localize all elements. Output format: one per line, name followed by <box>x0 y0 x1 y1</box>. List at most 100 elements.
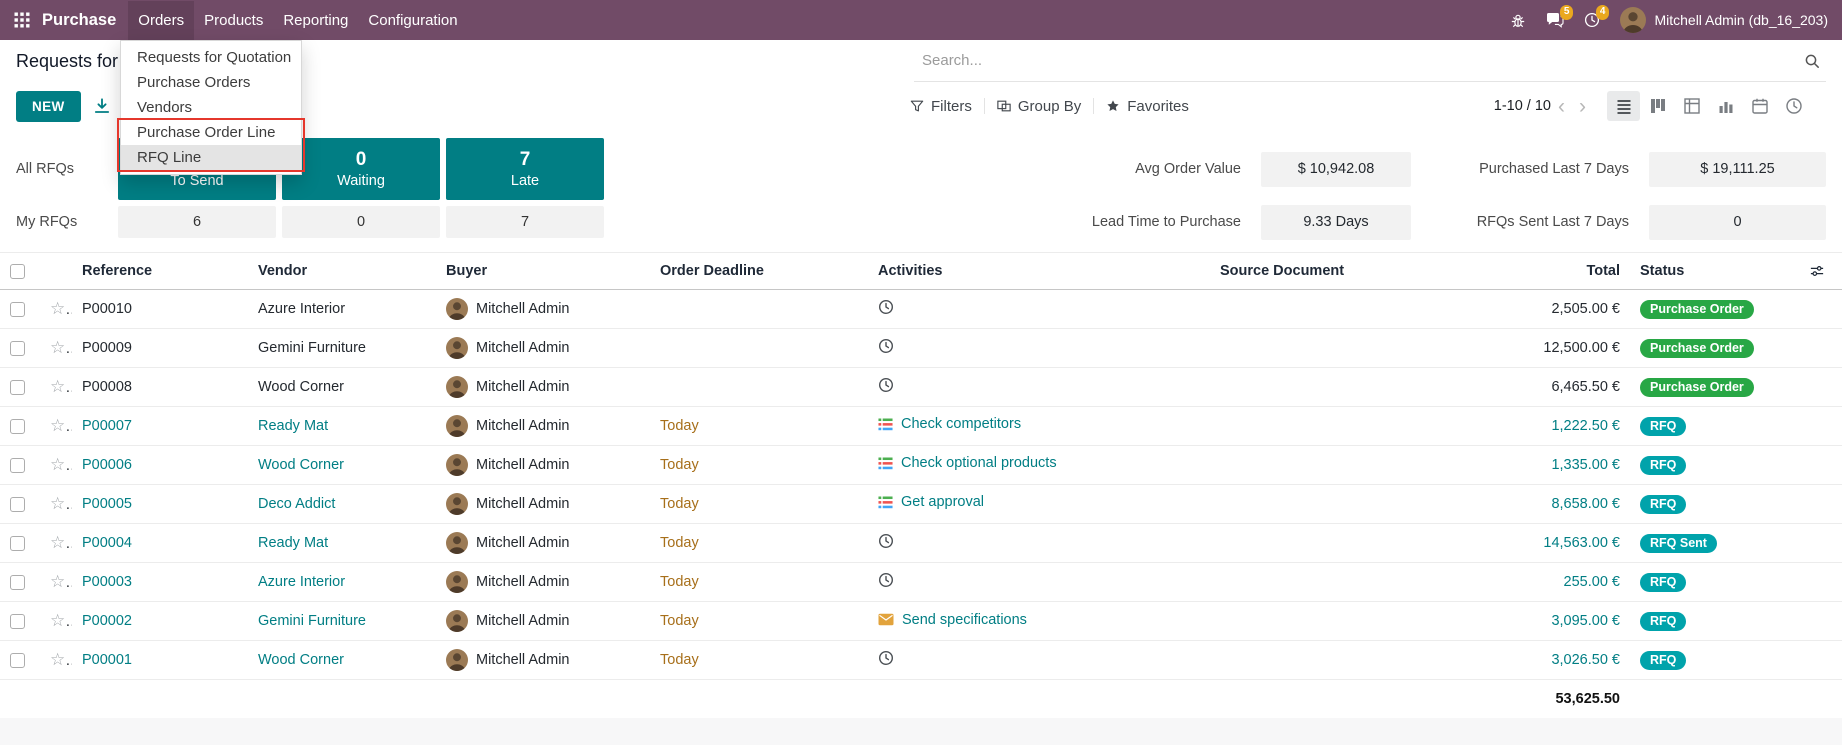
clock-activity-icon[interactable] <box>878 533 894 549</box>
favorite-star-icon[interactable]: ☆ <box>50 377 72 396</box>
activity-widget[interactable] <box>878 338 894 354</box>
stat-value-avg-order-value[interactable]: $ 10,942.08 <box>1261 152 1411 187</box>
menu-item-purchase-orders[interactable]: Purchase Orders <box>121 70 301 95</box>
column-header-order-deadline[interactable]: Order Deadline <box>650 253 868 290</box>
stat-value-rfqs-sent-last-7-days[interactable]: 0 <box>1649 205 1826 240</box>
column-header-buyer[interactable]: Buyer <box>436 253 650 290</box>
download-icon[interactable] <box>93 97 111 115</box>
table-row[interactable]: ☆P00001Wood CornerMitchell AdminToday3,0… <box>0 641 1842 680</box>
row-checkbox[interactable] <box>10 419 25 434</box>
app-name[interactable]: Purchase <box>42 11 116 30</box>
search-bar[interactable] <box>914 40 1826 82</box>
column-header-status[interactable]: Status <box>1630 253 1800 290</box>
search-icon[interactable] <box>1804 53 1826 69</box>
activity-widget[interactable]: Send specifications <box>878 612 1027 628</box>
calendar-view-icon[interactable] <box>1743 91 1776 121</box>
favorite-star-icon[interactable]: ☆ <box>50 572 72 591</box>
user-menu[interactable]: Mitchell Admin (db_16_203) <box>1620 7 1828 33</box>
graph-view-icon[interactable] <box>1709 91 1742 121</box>
column-header-total[interactable]: Total <box>1530 253 1630 290</box>
apps-grid-icon[interactable] <box>14 12 30 28</box>
pager-next-icon[interactable]: › <box>1572 96 1593 117</box>
kpi-my-count-late[interactable]: 7 <box>446 206 604 238</box>
row-checkbox[interactable] <box>10 302 25 317</box>
table-row[interactable]: ☆P00003Azure InteriorMitchell AdminToday… <box>0 563 1842 602</box>
activity-widget[interactable]: Get approval <box>878 494 984 510</box>
new-button[interactable]: NEW <box>16 91 81 122</box>
nav-orders[interactable]: Orders <box>128 1 194 40</box>
column-header-activities[interactable]: Activities <box>868 253 1210 290</box>
clock-activity-icon[interactable] <box>878 650 894 666</box>
favorite-star-icon[interactable]: ☆ <box>50 533 72 552</box>
table-row[interactable]: ☆P00002Gemini FurnitureMitchell AdminTod… <box>0 602 1842 641</box>
kanban-view-icon[interactable] <box>1641 91 1674 121</box>
table-row[interactable]: ☆P00008Wood CornerMitchell Admin6,465.50… <box>0 368 1842 407</box>
clock-activity-icon[interactable] <box>878 338 894 354</box>
filters-button[interactable]: Filters <box>898 92 984 121</box>
favorite-star-icon[interactable]: ☆ <box>50 338 72 357</box>
pager-previous-icon[interactable]: ‹ <box>1551 96 1572 117</box>
clock-activity-icon[interactable] <box>878 572 894 588</box>
activity-widget[interactable] <box>878 650 894 666</box>
menu-item-requests-for-quotation[interactable]: Requests for Quotation <box>121 45 301 70</box>
table-row[interactable]: ☆P00005Deco AddictMitchell AdminTodayGet… <box>0 485 1842 524</box>
table-row[interactable]: ☆P00009Gemini FurnitureMitchell Admin12,… <box>0 329 1842 368</box>
row-checkbox[interactable] <box>10 575 25 590</box>
group-by-button[interactable]: Group By <box>985 92 1093 121</box>
column-header-vendor[interactable]: Vendor <box>248 253 436 290</box>
activity-link[interactable]: Get approval <box>901 494 984 510</box>
column-header-reference[interactable]: Reference <box>72 253 248 290</box>
pivot-view-icon[interactable] <box>1675 91 1708 121</box>
debug-icon[interactable] <box>1510 12 1526 28</box>
nav-reporting[interactable]: Reporting <box>273 1 358 40</box>
menu-item-rfq-line[interactable]: RFQ Line <box>121 145 301 170</box>
activity-widget[interactable] <box>878 533 894 549</box>
list-activity-icon[interactable] <box>878 495 893 510</box>
activity-widget[interactable] <box>878 572 894 588</box>
row-checkbox[interactable] <box>10 614 25 629</box>
activity-widget[interactable] <box>878 299 894 315</box>
activities-icon[interactable]: 4 <box>1584 12 1600 28</box>
menu-item-purchase-order-line[interactable]: Purchase Order Line <box>121 120 301 145</box>
table-row[interactable]: ☆P00010Azure InteriorMitchell Admin2,505… <box>0 290 1842 329</box>
activity-widget[interactable] <box>878 377 894 393</box>
activity-view-icon[interactable] <box>1777 91 1810 121</box>
optional-columns-icon[interactable] <box>1810 264 1832 278</box>
list-activity-icon[interactable] <box>878 456 893 471</box>
table-row[interactable]: ☆P00007Ready MatMitchell AdminTodayCheck… <box>0 407 1842 446</box>
table-row[interactable]: ☆P00006Wood CornerMitchell AdminTodayChe… <box>0 446 1842 485</box>
row-checkbox[interactable] <box>10 536 25 551</box>
list-view-icon[interactable] <box>1607 91 1640 121</box>
column-header-source-document[interactable]: Source Document <box>1210 253 1530 290</box>
favorite-star-icon[interactable]: ☆ <box>50 494 72 513</box>
select-all-checkbox[interactable] <box>10 264 25 279</box>
table-row[interactable]: ☆P00004Ready MatMitchell AdminToday14,56… <box>0 524 1842 563</box>
menu-item-vendors[interactable]: Vendors <box>121 95 301 120</box>
row-checkbox[interactable] <box>10 341 25 356</box>
activity-link[interactable]: Check competitors <box>901 416 1021 432</box>
stat-value-lead-time-to-purchase[interactable]: 9.33 Days <box>1261 205 1411 240</box>
row-checkbox[interactable] <box>10 458 25 473</box>
kpi-card-waiting[interactable]: 0 Waiting <box>282 138 440 200</box>
kpi-my-count-to-send[interactable]: 6 <box>118 206 276 238</box>
nav-configuration[interactable]: Configuration <box>358 1 467 40</box>
row-checkbox[interactable] <box>10 497 25 512</box>
messages-icon[interactable]: 5 <box>1546 12 1564 28</box>
row-checkbox[interactable] <box>10 380 25 395</box>
favorite-star-icon[interactable]: ☆ <box>50 650 72 669</box>
clock-activity-icon[interactable] <box>878 299 894 315</box>
kpi-card-late[interactable]: 7 Late <box>446 138 604 200</box>
favorite-star-icon[interactable]: ☆ <box>50 299 72 318</box>
stat-value-purchased-last-7-days[interactable]: $ 19,111.25 <box>1649 152 1826 187</box>
row-checkbox[interactable] <box>10 653 25 668</box>
favorite-star-icon[interactable]: ☆ <box>50 611 72 630</box>
activity-widget[interactable]: Check competitors <box>878 416 1021 432</box>
activity-link[interactable]: Check optional products <box>901 455 1057 471</box>
favorite-star-icon[interactable]: ☆ <box>50 455 72 474</box>
favorites-button[interactable]: Favorites <box>1094 92 1201 121</box>
list-activity-icon[interactable] <box>878 417 893 432</box>
kpi-my-count-waiting[interactable]: 0 <box>282 206 440 238</box>
nav-products[interactable]: Products <box>194 1 273 40</box>
search-input[interactable] <box>914 52 1804 69</box>
clock-activity-icon[interactable] <box>878 377 894 393</box>
